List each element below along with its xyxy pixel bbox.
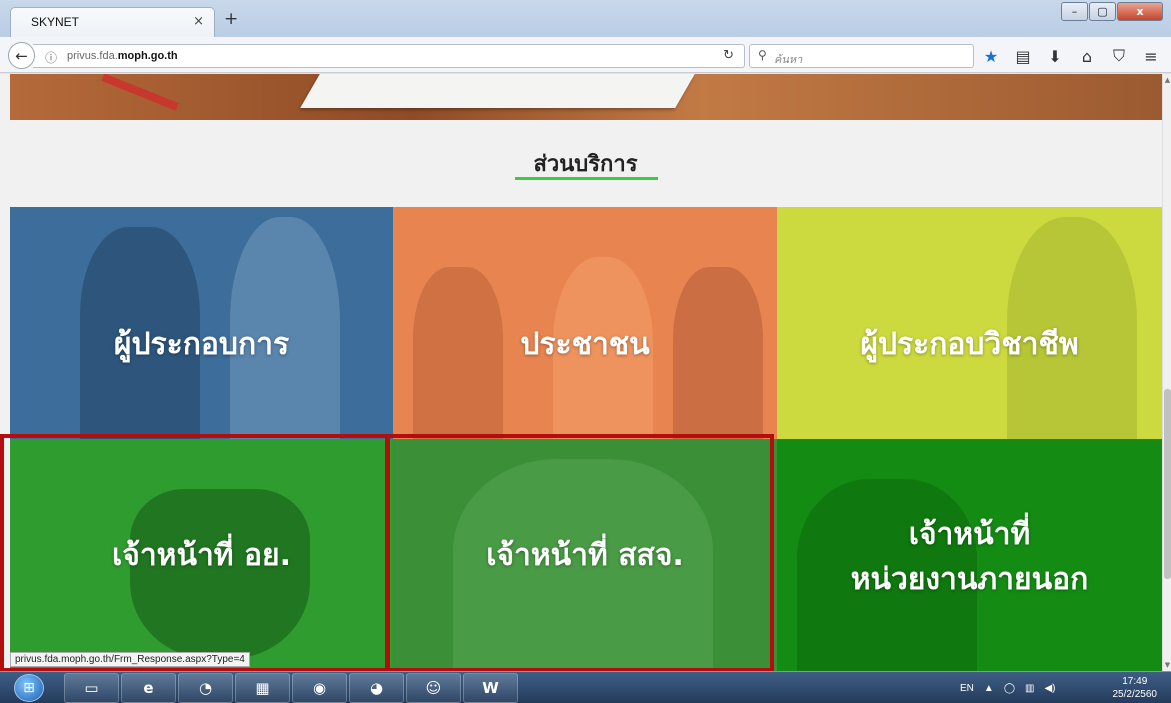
tray-expand-icon[interactable]: ▲ — [984, 683, 994, 694]
tab-close-icon[interactable]: × — [193, 14, 204, 29]
maximize-button[interactable]: ▢ — [1089, 2, 1116, 21]
clock-date: 25/2/2560 — [1112, 689, 1158, 700]
hero-image — [10, 74, 1162, 120]
page-viewport: ส่วนบริการ ผู้ประกอบการ ประชาชน ผู้ประกอ… — [0, 74, 1162, 671]
taskbar: ⊞ ▭ e ◔ ▦ ◉ ◕ ☺ W EN ▲ ◯ ▥ ◀) 17:49 25/2… — [0, 671, 1171, 703]
tile-label: เจ้าหน้าที่ สสจ. — [486, 538, 684, 573]
tile-label-line2: หน่วยงานภายนอก — [850, 562, 1089, 597]
toolbar-icons: ★ ▤ ⬇ ⌂ ⛉ ≡ — [980, 45, 1162, 67]
internet-explorer-icon[interactable]: e — [121, 673, 176, 703]
home-icon[interactable]: ⌂ — [1076, 45, 1098, 67]
tile-external-officer[interactable]: เจ้าหน้าที่ หน่วยงานภายนอก — [777, 439, 1162, 671]
navigation-bar: ⓘ privus.fda.moph.go.th ↻ ← ⚲ ค้นหา ★ ▤ … — [0, 37, 1171, 73]
file-explorer-icon[interactable]: ▭ — [64, 673, 119, 703]
tile-professional[interactable]: ผู้ประกอบวิชาชีพ — [777, 207, 1162, 439]
chrome-icon[interactable]: ◉ — [292, 673, 347, 703]
browser-tab[interactable]: SKYNET × — [10, 7, 215, 37]
url-text: privus.fda.moph.go.th — [67, 50, 178, 62]
tile-label-line1: เจ้าหน้าที่ — [908, 517, 1031, 552]
bookmark-star-icon[interactable]: ★ — [980, 45, 1002, 67]
hero-paper-shape — [300, 74, 695, 108]
tile-label: ประชาชน — [520, 327, 650, 362]
menu-icon[interactable]: ≡ — [1140, 45, 1162, 67]
search-input[interactable]: ⚲ ค้นหา — [749, 44, 974, 68]
address-bar[interactable]: ⓘ privus.fda.moph.go.th ↻ — [33, 44, 745, 68]
scroll-up-icon[interactable]: ▲ — [1163, 76, 1171, 84]
new-tab-button[interactable]: + — [224, 9, 238, 29]
back-button[interactable]: ← — [8, 42, 35, 69]
scroll-thumb[interactable] — [1164, 389, 1171, 579]
title-underline — [515, 177, 658, 180]
clock-time: 17:49 — [1122, 676, 1148, 687]
search-placeholder: ค้นหา — [774, 54, 803, 66]
downloads-icon[interactable]: ⬇ — [1044, 45, 1066, 67]
reload-icon[interactable]: ↻ — [723, 48, 734, 63]
network-icon[interactable]: ▥ — [1025, 683, 1034, 694]
status-bar-url: privus.fda.moph.go.th/Frm_Response.aspx?… — [10, 652, 250, 667]
bookmarks-list-icon[interactable]: ▤ — [1012, 45, 1034, 67]
info-icon[interactable]: ⓘ — [45, 49, 57, 66]
tab-bar: SKYNET × + – ▢ x — [0, 0, 1171, 37]
scroll-down-icon[interactable]: ▼ — [1163, 661, 1171, 669]
tile-fda-officer[interactable]: เจ้าหน้าที่ อย. — [10, 439, 393, 671]
hero-pen-shape — [101, 74, 179, 111]
minimize-button[interactable]: – — [1061, 2, 1088, 21]
system-tray: EN ▲ ◯ ▥ ◀) — [960, 672, 1056, 703]
tile-public[interactable]: ประชาชน — [393, 207, 777, 439]
section-title: ส่วนบริการ — [533, 152, 638, 177]
tab-title: SKYNET — [31, 15, 80, 29]
language-indicator[interactable]: EN — [960, 683, 974, 694]
firefox-icon[interactable]: ◕ — [349, 673, 404, 703]
people-app-icon[interactable]: ☺ — [406, 673, 461, 703]
pocket-icon[interactable]: ⛉ — [1108, 45, 1130, 67]
window-controls: – ▢ x — [1061, 2, 1163, 21]
clock[interactable]: 17:49 25/2/2560 — [1113, 675, 1158, 701]
calculator-icon[interactable]: ▦ — [235, 673, 290, 703]
tile-label: เจ้าหน้าที่ อย. — [111, 538, 292, 573]
volume-icon[interactable]: ◀) — [1044, 683, 1055, 694]
close-window-button[interactable]: x — [1117, 2, 1163, 21]
tile-provincial-officer[interactable]: เจ้าหน้าที่ สสจ. — [393, 439, 777, 671]
vertical-scrollbar[interactable]: ▲ ▼ — [1162, 74, 1171, 671]
search-icon: ⚲ — [758, 48, 767, 62]
taskbar-apps: ▭ e ◔ ▦ ◉ ◕ ☺ W — [64, 673, 518, 703]
search-app-icon[interactable]: ◔ — [178, 673, 233, 703]
tile-entrepreneur[interactable]: ผู้ประกอบการ — [10, 207, 393, 439]
tile-label: ผู้ประกอบวิชาชีพ — [860, 327, 1079, 362]
tray-app-icon[interactable]: ◯ — [1004, 683, 1015, 694]
tile-label: ผู้ประกอบการ — [113, 327, 290, 362]
word-icon[interactable]: W — [463, 673, 518, 703]
start-button[interactable]: ⊞ — [14, 674, 44, 702]
